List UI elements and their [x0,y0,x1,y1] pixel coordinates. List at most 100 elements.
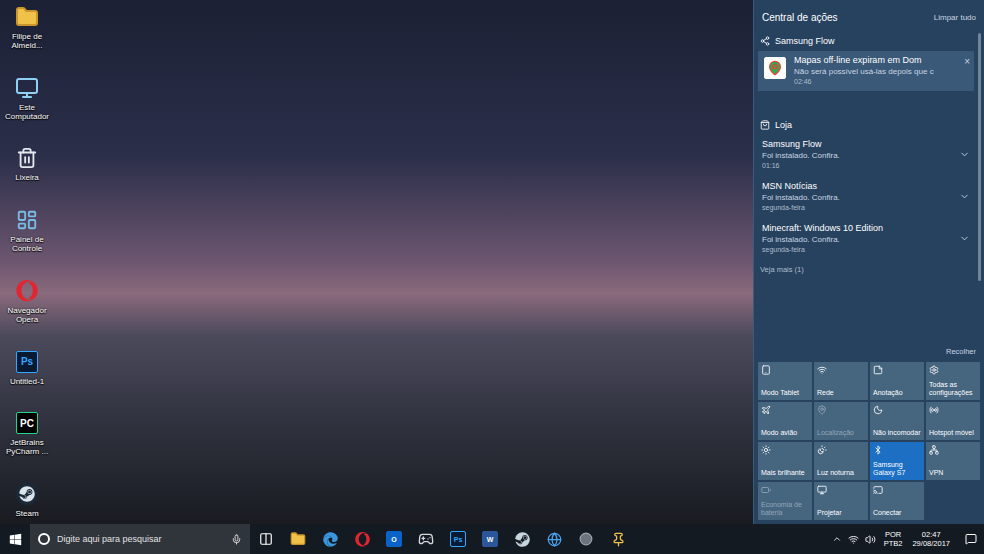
network-icon[interactable] [848,534,859,545]
scrollbar[interactable] [978,33,981,281]
outlook-icon: O [386,531,402,547]
quick-action-tile[interactable]: Modo avião [758,402,812,440]
quick-actions: Modo Tablet Rede Anotação Todas as configur… [754,362,984,524]
quick-action-label: Não incomodar [873,429,921,437]
desktop-icon[interactable]: Navegador Opera [2,278,52,324]
clear-all-button[interactable]: Limpar tudo [934,13,976,22]
notification-card[interactable]: Mapas off-line expiram em DomNão será po… [758,51,974,91]
file-explorer-icon [290,531,306,547]
windows-logo-icon [9,533,22,546]
quick-action-tile[interactable]: Conectar [870,482,924,520]
desktop-icon-label: Steam [2,509,52,518]
desktop-icon[interactable]: Filipe de Almeid... [2,4,52,50]
opera-icon [355,532,370,547]
quick-action-tile[interactable]: Luz noturna [814,442,868,480]
collapse-button[interactable]: Recolher [946,347,976,356]
taskbar-app[interactable] [602,524,634,554]
nightlight-icon [817,445,827,455]
notification-card[interactable]: Samsung FlowFoi instalado. Confira.01:16 [758,135,974,175]
desktop-icon[interactable]: Lixeira [2,145,52,182]
quick-action-tile[interactable]: Economia de bateria [758,482,812,520]
quick-action-tile[interactable]: Modo Tablet [758,362,812,400]
volume-icon[interactable] [865,534,876,545]
taskbar-app[interactable] [538,524,570,554]
notification-action[interactable] [959,181,970,213]
expand-chevron-icon[interactable] [959,191,970,202]
desktop-icon-image: Ps [14,349,40,375]
system-tray: PORPTB2 02:4729/08/2017 [832,524,984,554]
quick-action-label: Rede [817,389,865,397]
samsung-flow-icon [760,36,770,46]
user-folder-icon [15,5,39,29]
desktop-icon-image [14,4,40,30]
notification-action[interactable]: × [964,55,970,87]
taskbar-app[interactable]: Ps [442,524,474,554]
action-center-icon [965,533,977,545]
desktop-icon-label: Filipe de Almeid... [2,32,52,50]
quick-action-tile[interactable]: Samsung Galaxy S7 [870,442,924,480]
quick-action-tile[interactable]: Mais brilhante [758,442,812,480]
edge-icon [323,532,338,547]
quick-action-label: VPN [929,469,977,477]
notification-card[interactable]: MSN NotíciasFoi instalado. Confira.segun… [758,177,974,217]
group-header[interactable]: Samsung Flow [758,33,974,49]
taskbar-app[interactable] [314,524,346,554]
start-button[interactable] [0,524,30,554]
notification-area: Samsung Flow Mapas off-line expiram em Do… [754,31,984,341]
search-box[interactable]: Digite aqui para pesquisar [30,524,250,554]
quick-action-tile[interactable]: Localização [814,402,868,440]
taskbar: Digite aqui para pesquisar O Ps W PORPTB2 02:… [0,524,984,554]
expand-chevron-icon[interactable] [959,233,970,244]
group-header[interactable]: Loja [758,117,974,133]
desktop-icon-image [14,145,40,171]
desktop-icon[interactable]: Painel de Controle [2,207,52,253]
taskbar-app[interactable]: O [378,524,410,554]
desktop-icon[interactable]: PCJetBrains PyCharm ... [2,410,52,456]
pin-icon [611,532,626,547]
quick-action-tile[interactable]: Projetar [814,482,868,520]
quick-action-tile[interactable]: Rede [814,362,868,400]
taskbar-app[interactable] [250,524,282,554]
vpn-icon [929,445,939,455]
word-icon: W [482,531,498,547]
notification-action[interactable] [959,223,970,255]
quick-action-label: Projetar [817,509,865,517]
desktop-icon-label: Este Computador [2,103,52,121]
desktop-icon-label: Untitled-1 [2,377,52,386]
game-icon [418,531,434,547]
show-hidden-icons-icon[interactable] [832,534,842,544]
taskbar-app[interactable] [506,524,538,554]
airplane-icon [761,405,771,415]
quick-action-tile[interactable]: Hotspot móvel [926,402,980,440]
quick-action-tile[interactable]: Todas as configurações [926,362,980,400]
desktop-icon[interactable]: Este Computador [2,75,52,121]
desktop-icon[interactable]: Ps Untitled-1 [2,349,52,386]
photoshop-icon: Ps [16,351,38,373]
quick-action-tile[interactable]: Anotação [870,362,924,400]
taskbar-app[interactable] [346,524,378,554]
desktop-icon-label: Navegador Opera [2,306,52,324]
dismiss-button[interactable]: × [964,57,970,67]
microphone-icon[interactable] [231,534,242,545]
brightness-icon [761,445,771,455]
quick-action-tile[interactable]: Não incomodar [870,402,924,440]
clock[interactable]: 02:4729/08/2017 [910,530,952,548]
notification-action[interactable] [959,139,970,171]
taskbar-app[interactable] [570,524,602,554]
desktop-icon[interactable]: Steam [2,481,52,518]
google-maps-icon [764,57,786,79]
app-icon [579,532,593,546]
quick-action-tile[interactable]: VPN [926,442,980,480]
taskbar-app[interactable] [282,524,314,554]
see-more-link[interactable]: Veja mais (1) [758,259,974,276]
notification-card[interactable]: Minecraft: Windows 10 EditionFoi instala… [758,219,974,259]
taskbar-app[interactable] [410,524,442,554]
quick-action-label: Todas as configurações [929,381,977,397]
notification-body: Foi instalado. Confira. [762,193,953,202]
expand-chevron-icon[interactable] [959,149,970,160]
desktop-icon-image: PC [14,410,40,436]
taskbar-app[interactable]: W [474,524,506,554]
input-language[interactable]: PORPTB2 [882,530,905,548]
notification-title: Minecraft: Windows 10 Edition [762,223,953,233]
action-center-button[interactable] [958,524,984,554]
